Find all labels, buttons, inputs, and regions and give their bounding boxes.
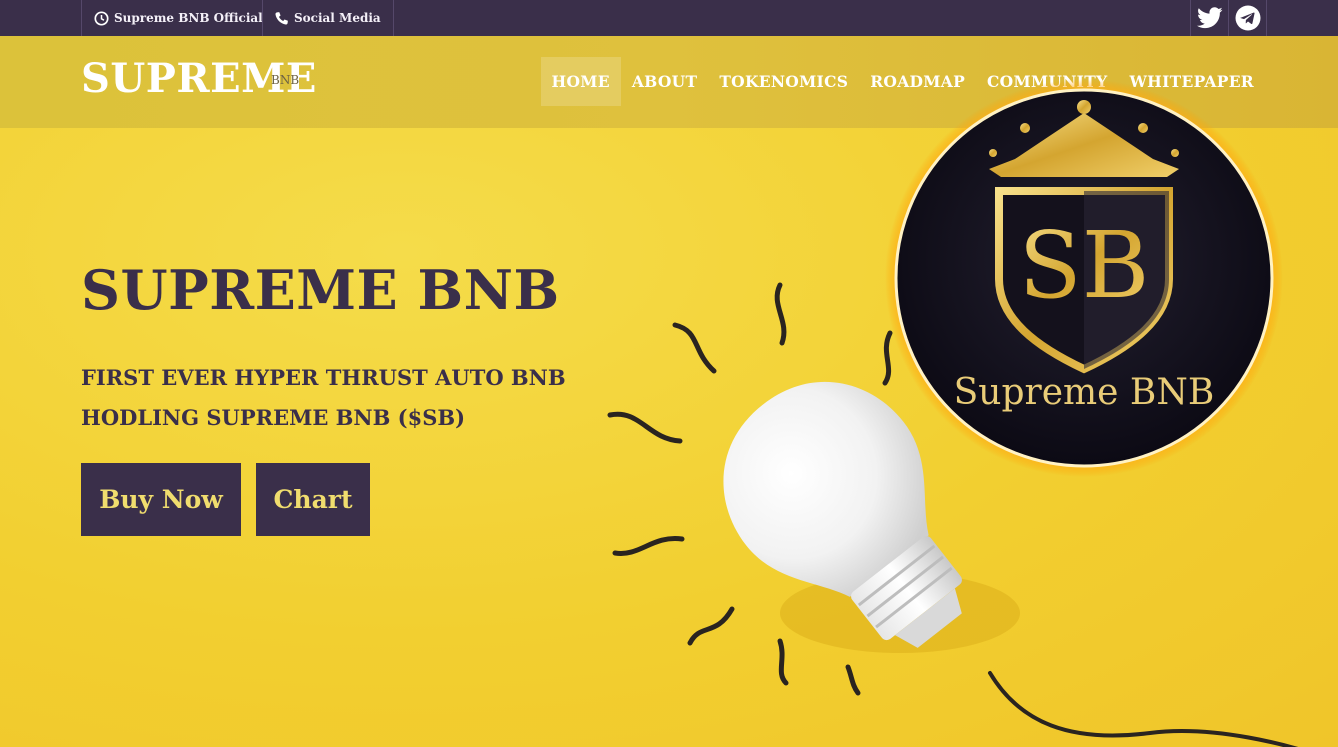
supreme-bnb-emblem: SB Supreme BNB	[885, 79, 1283, 477]
top-bar: Supreme BNB Official Social Media	[0, 0, 1338, 36]
hero-title: SUPREME BNB	[81, 258, 560, 322]
official-link[interactable]: Supreme BNB Official	[81, 0, 275, 36]
nav-home[interactable]: HOME	[540, 57, 621, 106]
official-label: Supreme BNB Official	[114, 11, 263, 25]
emblem-text: Supreme BNB	[954, 372, 1215, 413]
social-media-link[interactable]: Social Media	[262, 0, 394, 36]
nav-roadmap[interactable]: ROADMAP	[859, 57, 976, 106]
phone-icon	[275, 11, 288, 25]
telegram-link[interactable]	[1228, 0, 1267, 36]
hero-subtitle: FIRST EVER HYPER THRUST AUTO BNB HODLING…	[81, 365, 566, 430]
nav-tokenomics[interactable]: TOKENOMICS	[708, 57, 859, 106]
twitter-icon	[1196, 7, 1223, 29]
emblem-monogram: SB	[1019, 212, 1150, 319]
twitter-link[interactable]	[1190, 0, 1228, 36]
social-media-label: Social Media	[294, 11, 381, 25]
chart-button[interactable]: Chart	[256, 463, 370, 536]
nav-about[interactable]: ABOUT	[621, 57, 708, 106]
clock-icon	[94, 10, 109, 26]
site-logo-sub: BNB	[271, 73, 300, 87]
telegram-icon	[1235, 5, 1260, 31]
buy-now-button[interactable]: Buy Now	[81, 463, 241, 536]
